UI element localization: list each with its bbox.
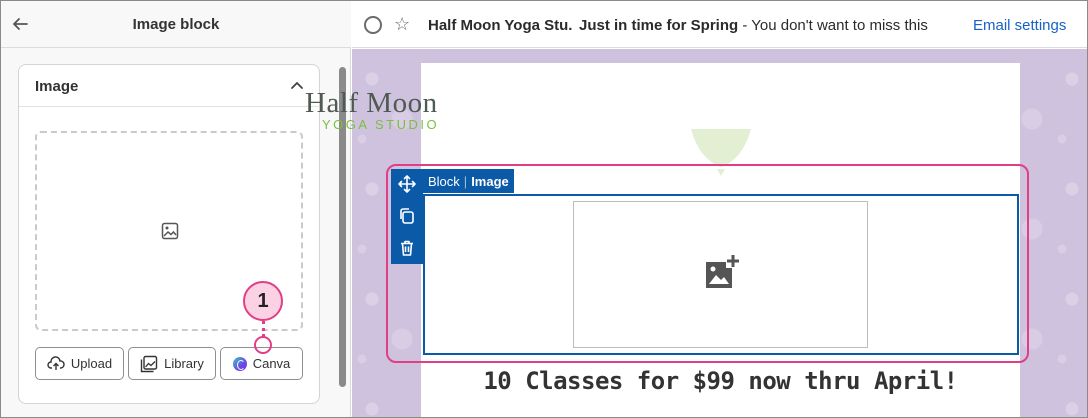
step-callout-badge: 1	[243, 281, 283, 321]
upload-label: Upload	[70, 356, 113, 371]
email-settings-link[interactable]: Email settings	[973, 17, 1066, 34]
star-icon[interactable]: ☆	[394, 14, 410, 35]
email-header-bar: ☆ Half Moon Yoga Stu. Just in time for S…	[352, 1, 1087, 48]
library-icon	[140, 355, 158, 372]
image-icon	[161, 222, 179, 240]
canva-label: Canva	[252, 356, 291, 371]
chevron-up-icon[interactable]	[289, 78, 305, 94]
circle-checkbox-icon[interactable]	[364, 16, 382, 34]
image-section-title: Image	[35, 78, 79, 95]
email-subject: Just in time for Spring - You don't want…	[579, 17, 928, 34]
sender-name: Half Moon Yoga Stu.	[428, 17, 573, 34]
selected-block-highlight	[386, 164, 1029, 363]
subject-bold: Just in time for Spring	[579, 17, 739, 34]
callout-connector	[262, 321, 265, 337]
app-window: Image block Image Upload Library Canva 1…	[0, 0, 1088, 418]
library-button[interactable]: Library	[128, 347, 216, 380]
panel-header: Image block	[1, 1, 351, 48]
email-headline: 10 Classes for $99 now thru April!	[483, 367, 958, 395]
image-section-card: Image Upload Library Canva	[18, 64, 320, 404]
logo-sub-text: YOGA STUDIO	[322, 117, 440, 132]
canva-icon	[232, 356, 247, 371]
subject-rest: - You don't want to miss this	[738, 17, 928, 34]
logo-main-text: Half Moon	[305, 87, 438, 119]
callout-target-ring	[254, 336, 272, 354]
image-section-header[interactable]: Image	[19, 65, 319, 107]
upload-button[interactable]: Upload	[35, 347, 124, 380]
upload-icon	[47, 355, 65, 370]
panel-title: Image block	[132, 16, 220, 33]
image-block-panel: Image block Image Upload Library Canva	[1, 1, 351, 417]
library-label: Library	[164, 356, 204, 371]
